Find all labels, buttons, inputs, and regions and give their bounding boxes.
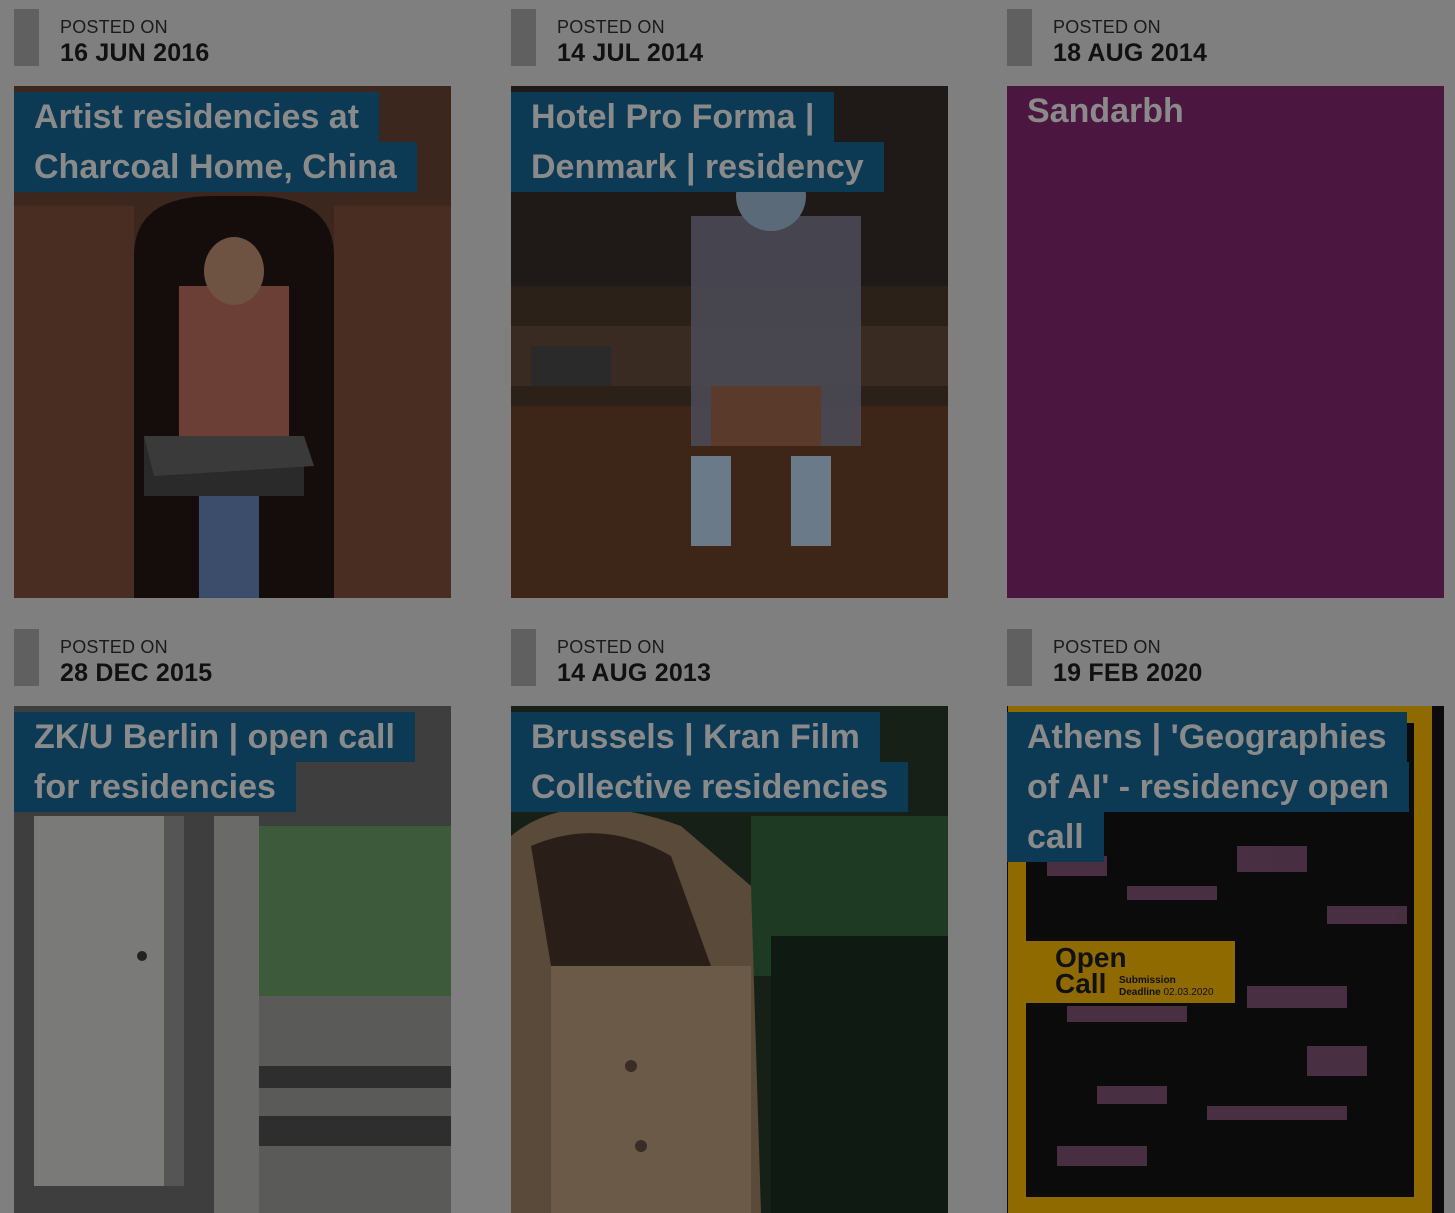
poster-submission: Submission	[1119, 975, 1176, 986]
post-title-line[interactable]: for residencies	[14, 762, 296, 812]
posted-label: POSTED ON	[1053, 17, 1161, 37]
post-title[interactable]: Sandarbh	[1007, 86, 1427, 136]
post-title-line[interactable]: Sandarbh	[1007, 86, 1204, 136]
post-image[interactable]: Sandarbh	[1007, 86, 1444, 598]
post-title-line[interactable]: Charcoal Home, China	[14, 142, 417, 192]
posted-on: POSTED ON 14 AUG 2013	[511, 629, 948, 687]
posted-on: POSTED ON 19 FEB 2020	[1007, 629, 1444, 687]
poster-call: Call	[1055, 968, 1107, 999]
post-title-line[interactable]: of AI' - residency open	[1007, 762, 1409, 812]
post-title[interactable]: Artist residencies at Charcoal Home, Chi…	[14, 92, 434, 192]
posted-label: POSTED ON	[557, 17, 665, 37]
post-image[interactable]: ZK/U Berlin | open call for residencies	[14, 706, 451, 1213]
poster-deadline: Deadline	[1119, 987, 1161, 998]
posted-label: POSTED ON	[557, 637, 665, 657]
posted-label: POSTED ON	[60, 637, 168, 657]
post-title[interactable]: ZK/U Berlin | open call for residencies	[14, 712, 434, 812]
post-date: 14 AUG 2013	[557, 659, 712, 687]
post-date: 14 JUL 2014	[557, 39, 704, 67]
post-title-line[interactable]: call	[1007, 812, 1104, 862]
poster-deadline-row: Deadline 02.03.2020	[1119, 987, 1214, 999]
posted-bar	[14, 9, 39, 66]
posted-on: POSTED ON 16 JUN 2016	[14, 9, 451, 67]
posted-bar	[511, 629, 536, 686]
post-title-line[interactable]: Athens | 'Geographies	[1007, 712, 1407, 762]
post-title-line[interactable]: ZK/U Berlin | open call	[14, 712, 415, 762]
post-title-line[interactable]: Artist residencies at	[14, 92, 380, 142]
post-date: 18 AUG 2014	[1053, 39, 1208, 67]
posted-on: POSTED ON 28 DEC 2015	[14, 629, 451, 687]
post-date: 28 DEC 2015	[60, 659, 213, 687]
posted-label: POSTED ON	[1053, 637, 1161, 657]
posted-bar	[511, 9, 536, 66]
post-date: 16 JUN 2016	[60, 39, 210, 67]
post-title-line[interactable]: Hotel Pro Forma |	[511, 92, 835, 142]
poster-open-call: Open Call Submission Deadline 02.03.2020	[1055, 944, 1245, 1004]
posts-grid: POSTED ON 16 JUN 2016 Artist residencies…	[0, 0, 1455, 1213]
posted-bar	[14, 629, 39, 686]
post-title-line[interactable]: Collective residencies	[511, 762, 909, 812]
posted-bar	[1007, 9, 1032, 66]
post-title[interactable]: Athens | 'Geographies of AI' - residency…	[1007, 712, 1427, 862]
post-title-line[interactable]: Denmark | residency	[511, 142, 884, 192]
posted-label: POSTED ON	[60, 17, 168, 37]
post-image[interactable]: Artist residencies at Charcoal Home, Chi…	[14, 86, 451, 598]
post-image[interactable]: Hotel Pro Forma | Denmark | residency	[511, 86, 948, 598]
posted-on: POSTED ON 14 JUL 2014	[511, 9, 948, 67]
post-image[interactable]: Brussels | Kran Film Collective residenc…	[511, 706, 948, 1213]
post-title-line[interactable]: Brussels | Kran Film	[511, 712, 880, 762]
posted-bar	[1007, 629, 1032, 686]
post-title[interactable]: Brussels | Kran Film Collective residenc…	[511, 712, 931, 812]
poster-deadline-date: 02.03.2020	[1163, 987, 1214, 998]
post-date: 19 FEB 2020	[1053, 659, 1203, 687]
posted-on: POSTED ON 18 AUG 2014	[1007, 9, 1444, 67]
post-image[interactable]: Open Call Submission Deadline 02.03.2020…	[1007, 706, 1444, 1213]
post-title[interactable]: Hotel Pro Forma | Denmark | residency	[511, 92, 931, 192]
